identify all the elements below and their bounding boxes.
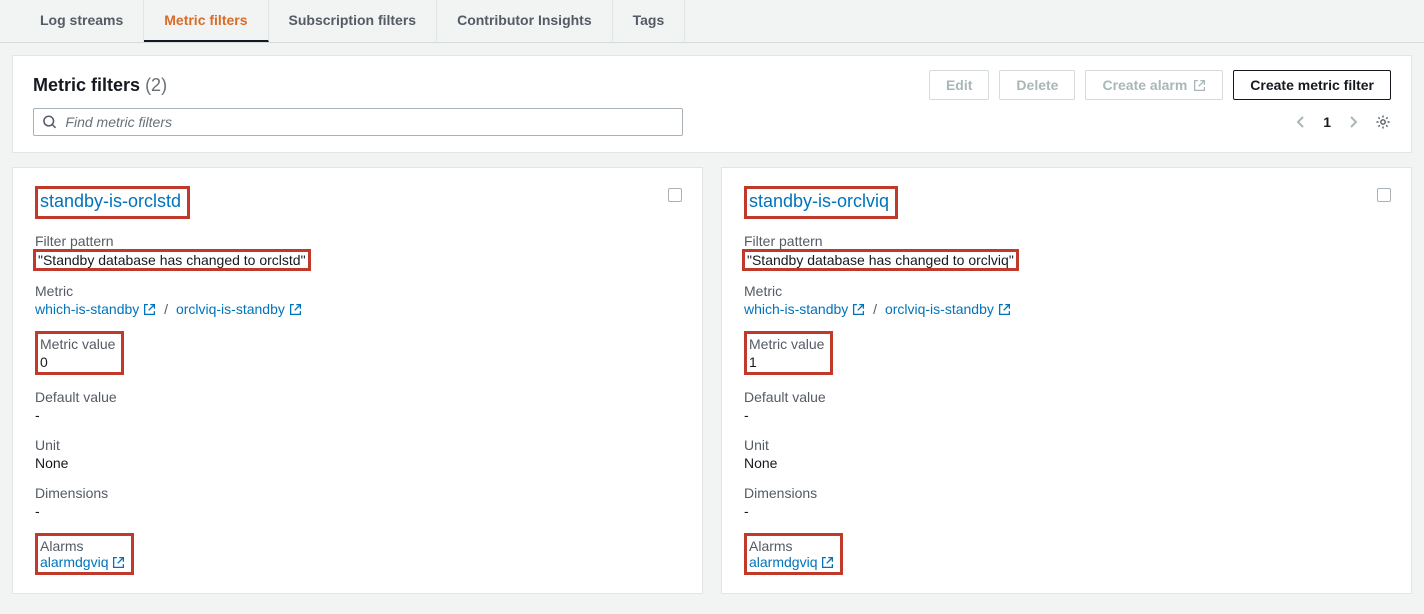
metric-filter-card: standby-is-orclstd Filter pattern "Stand…: [12, 167, 703, 594]
external-link-icon: [112, 556, 125, 569]
metric-value-row: which-is-standby / orclviq-is-standby: [744, 301, 1389, 317]
external-link-icon: [289, 303, 302, 316]
slash-separator: /: [873, 301, 877, 317]
edit-button[interactable]: Edit: [929, 70, 989, 100]
panel-actions: Edit Delete Create alarm Create metric f…: [929, 70, 1391, 100]
default-value-label: Default value: [35, 389, 680, 405]
filter-pattern-label: Filter pattern: [744, 233, 1389, 249]
tab-subscription-filters[interactable]: Subscription filters: [269, 0, 438, 42]
metric-namespace-link[interactable]: which-is-standby: [744, 301, 848, 317]
metric-value-row: which-is-standby / orclviq-is-standby: [35, 301, 680, 317]
dimensions-value: -: [744, 503, 1389, 519]
external-link-icon: [821, 556, 834, 569]
create-alarm-button[interactable]: Create alarm: [1085, 70, 1223, 100]
metric-filter-card: standby-is-orclviq Filter pattern "Stand…: [721, 167, 1412, 594]
page-number: 1: [1323, 114, 1331, 130]
tabs-bar: Log streams Metric filters Subscription …: [0, 0, 1424, 43]
metric-filters-panel: Metric filters (2) Edit Delete Create al…: [12, 55, 1412, 153]
metric-namespace-link[interactable]: which-is-standby: [35, 301, 139, 317]
external-link-icon: [1193, 79, 1206, 92]
tab-metric-filters[interactable]: Metric filters: [144, 0, 268, 42]
metric-value-label: Metric value: [749, 336, 824, 352]
chevron-left-icon[interactable]: [1293, 114, 1309, 130]
metric-name-link[interactable]: orclviq-is-standby: [885, 301, 994, 317]
filter-pattern-label: Filter pattern: [35, 233, 680, 249]
filter-pattern-value: "Standby database has changed to orclviq…: [744, 251, 1017, 269]
chevron-right-icon[interactable]: [1345, 114, 1361, 130]
page-title-text: Metric filters: [33, 75, 140, 95]
create-alarm-label: Create alarm: [1102, 77, 1187, 93]
panel-header: Metric filters (2) Edit Delete Create al…: [13, 56, 1411, 108]
card-checkbox[interactable]: [668, 188, 682, 202]
external-link-icon: [143, 303, 156, 316]
search-icon: [42, 114, 57, 130]
card-title-link[interactable]: standby-is-orclviq: [749, 191, 889, 212]
cards-grid: standby-is-orclstd Filter pattern "Stand…: [0, 153, 1424, 614]
external-link-icon: [852, 303, 865, 316]
metric-name-link[interactable]: orclviq-is-standby: [176, 301, 285, 317]
dimensions-label: Dimensions: [35, 485, 680, 501]
slash-separator: /: [164, 301, 168, 317]
dimensions-label: Dimensions: [744, 485, 1389, 501]
metric-value: 1: [749, 354, 824, 370]
dimensions-value: -: [35, 503, 680, 519]
alarm-link[interactable]: alarmdgviq: [749, 554, 817, 570]
tab-tags[interactable]: Tags: [613, 0, 686, 42]
filter-pattern-value: "Standby database has changed to orclstd…: [35, 251, 309, 269]
alarms-label: Alarms: [40, 538, 125, 554]
alarms-label: Alarms: [749, 538, 834, 554]
tab-log-streams[interactable]: Log streams: [20, 0, 144, 42]
metric-label: Metric: [35, 283, 680, 299]
alarm-link[interactable]: alarmdgviq: [40, 554, 108, 570]
metric-value-label: Metric value: [40, 336, 115, 352]
card-title-link[interactable]: standby-is-orclstd: [40, 191, 181, 212]
search-wrap: [33, 108, 683, 136]
panel-toolbar: 1: [13, 108, 1411, 152]
default-value: -: [744, 407, 1389, 423]
default-value: -: [35, 407, 680, 423]
metric-label: Metric: [744, 283, 1389, 299]
create-metric-filter-button[interactable]: Create metric filter: [1233, 70, 1391, 100]
search-input[interactable]: [65, 114, 674, 130]
external-link-icon: [998, 303, 1011, 316]
card-checkbox[interactable]: [1377, 188, 1391, 202]
gear-icon[interactable]: [1375, 114, 1391, 130]
unit-value: None: [35, 455, 680, 471]
default-value-label: Default value: [744, 389, 1389, 405]
unit-label: Unit: [35, 437, 680, 453]
delete-button[interactable]: Delete: [999, 70, 1075, 100]
unit-value: None: [744, 455, 1389, 471]
unit-label: Unit: [744, 437, 1389, 453]
pager: 1: [1293, 114, 1391, 130]
page-title: Metric filters (2): [33, 75, 167, 96]
tab-contributor-insights[interactable]: Contributor Insights: [437, 0, 613, 42]
page-title-count: (2): [145, 75, 167, 95]
metric-value: 0: [40, 354, 115, 370]
